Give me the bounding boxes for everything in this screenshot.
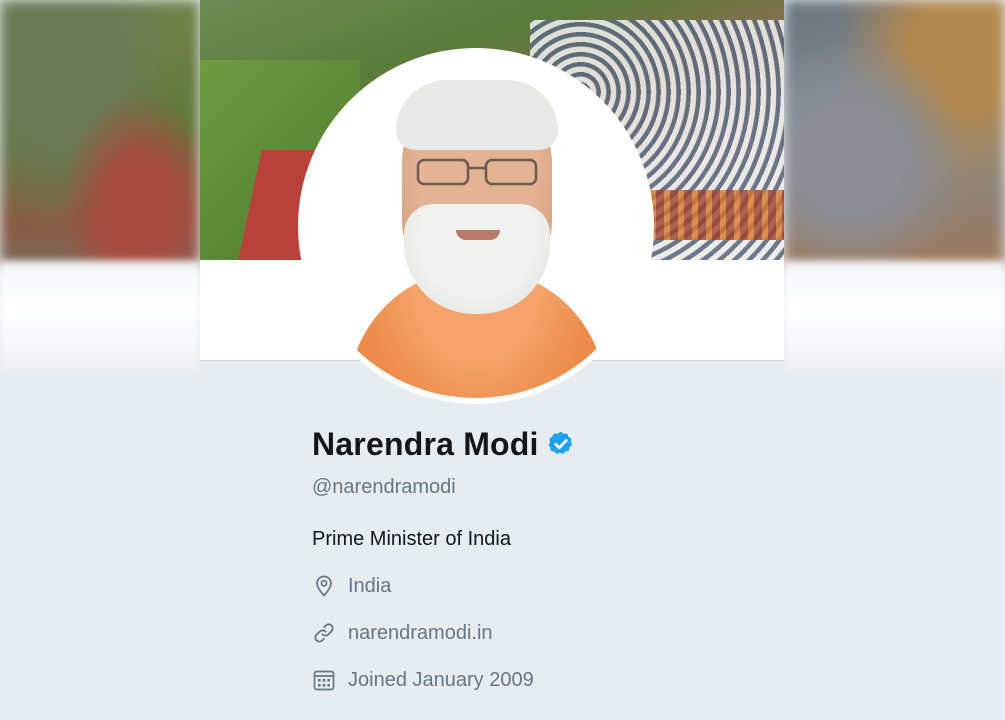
blurred-banner-left	[0, 0, 200, 265]
calendar-icon	[313, 670, 335, 691]
blurred-white-strip-right	[784, 262, 1005, 372]
profile-name[interactable]: Narendra Modi	[312, 426, 539, 463]
profile-joined: Joined January 2009	[312, 665, 772, 695]
avatar-hair	[396, 80, 558, 150]
link-icon	[314, 623, 334, 643]
profile-handle[interactable]: @narendramodi	[312, 472, 772, 502]
location-pin-icon	[316, 575, 332, 597]
blurred-banner-right	[784, 0, 1005, 265]
blurred-background-right	[784, 0, 1005, 720]
profile-website-link[interactable]: narendramodi.in	[348, 622, 493, 645]
profile-location-text: India	[348, 574, 392, 597]
profile-location: India	[312, 571, 772, 601]
banner-garland	[650, 190, 784, 240]
profile-joined-text: Joined January 2009	[348, 668, 534, 691]
blurred-white-strip-left	[0, 262, 200, 372]
profile-info: Narendra Modi @narendramodi Prime Minist…	[312, 422, 772, 695]
avatar-mouth	[456, 230, 500, 240]
profile-card: Narendra Modi @narendramodi Prime Minist…	[200, 0, 784, 720]
avatar-glasses	[416, 158, 538, 186]
profile-bio: Prime Minister of India	[312, 528, 511, 550]
profile-website: narendramodi.in	[312, 618, 772, 648]
profile-avatar[interactable]	[304, 54, 648, 398]
blurred-background-left	[0, 0, 200, 720]
profile-name-row: Narendra Modi	[312, 422, 772, 466]
verified-badge-icon	[548, 431, 572, 455]
